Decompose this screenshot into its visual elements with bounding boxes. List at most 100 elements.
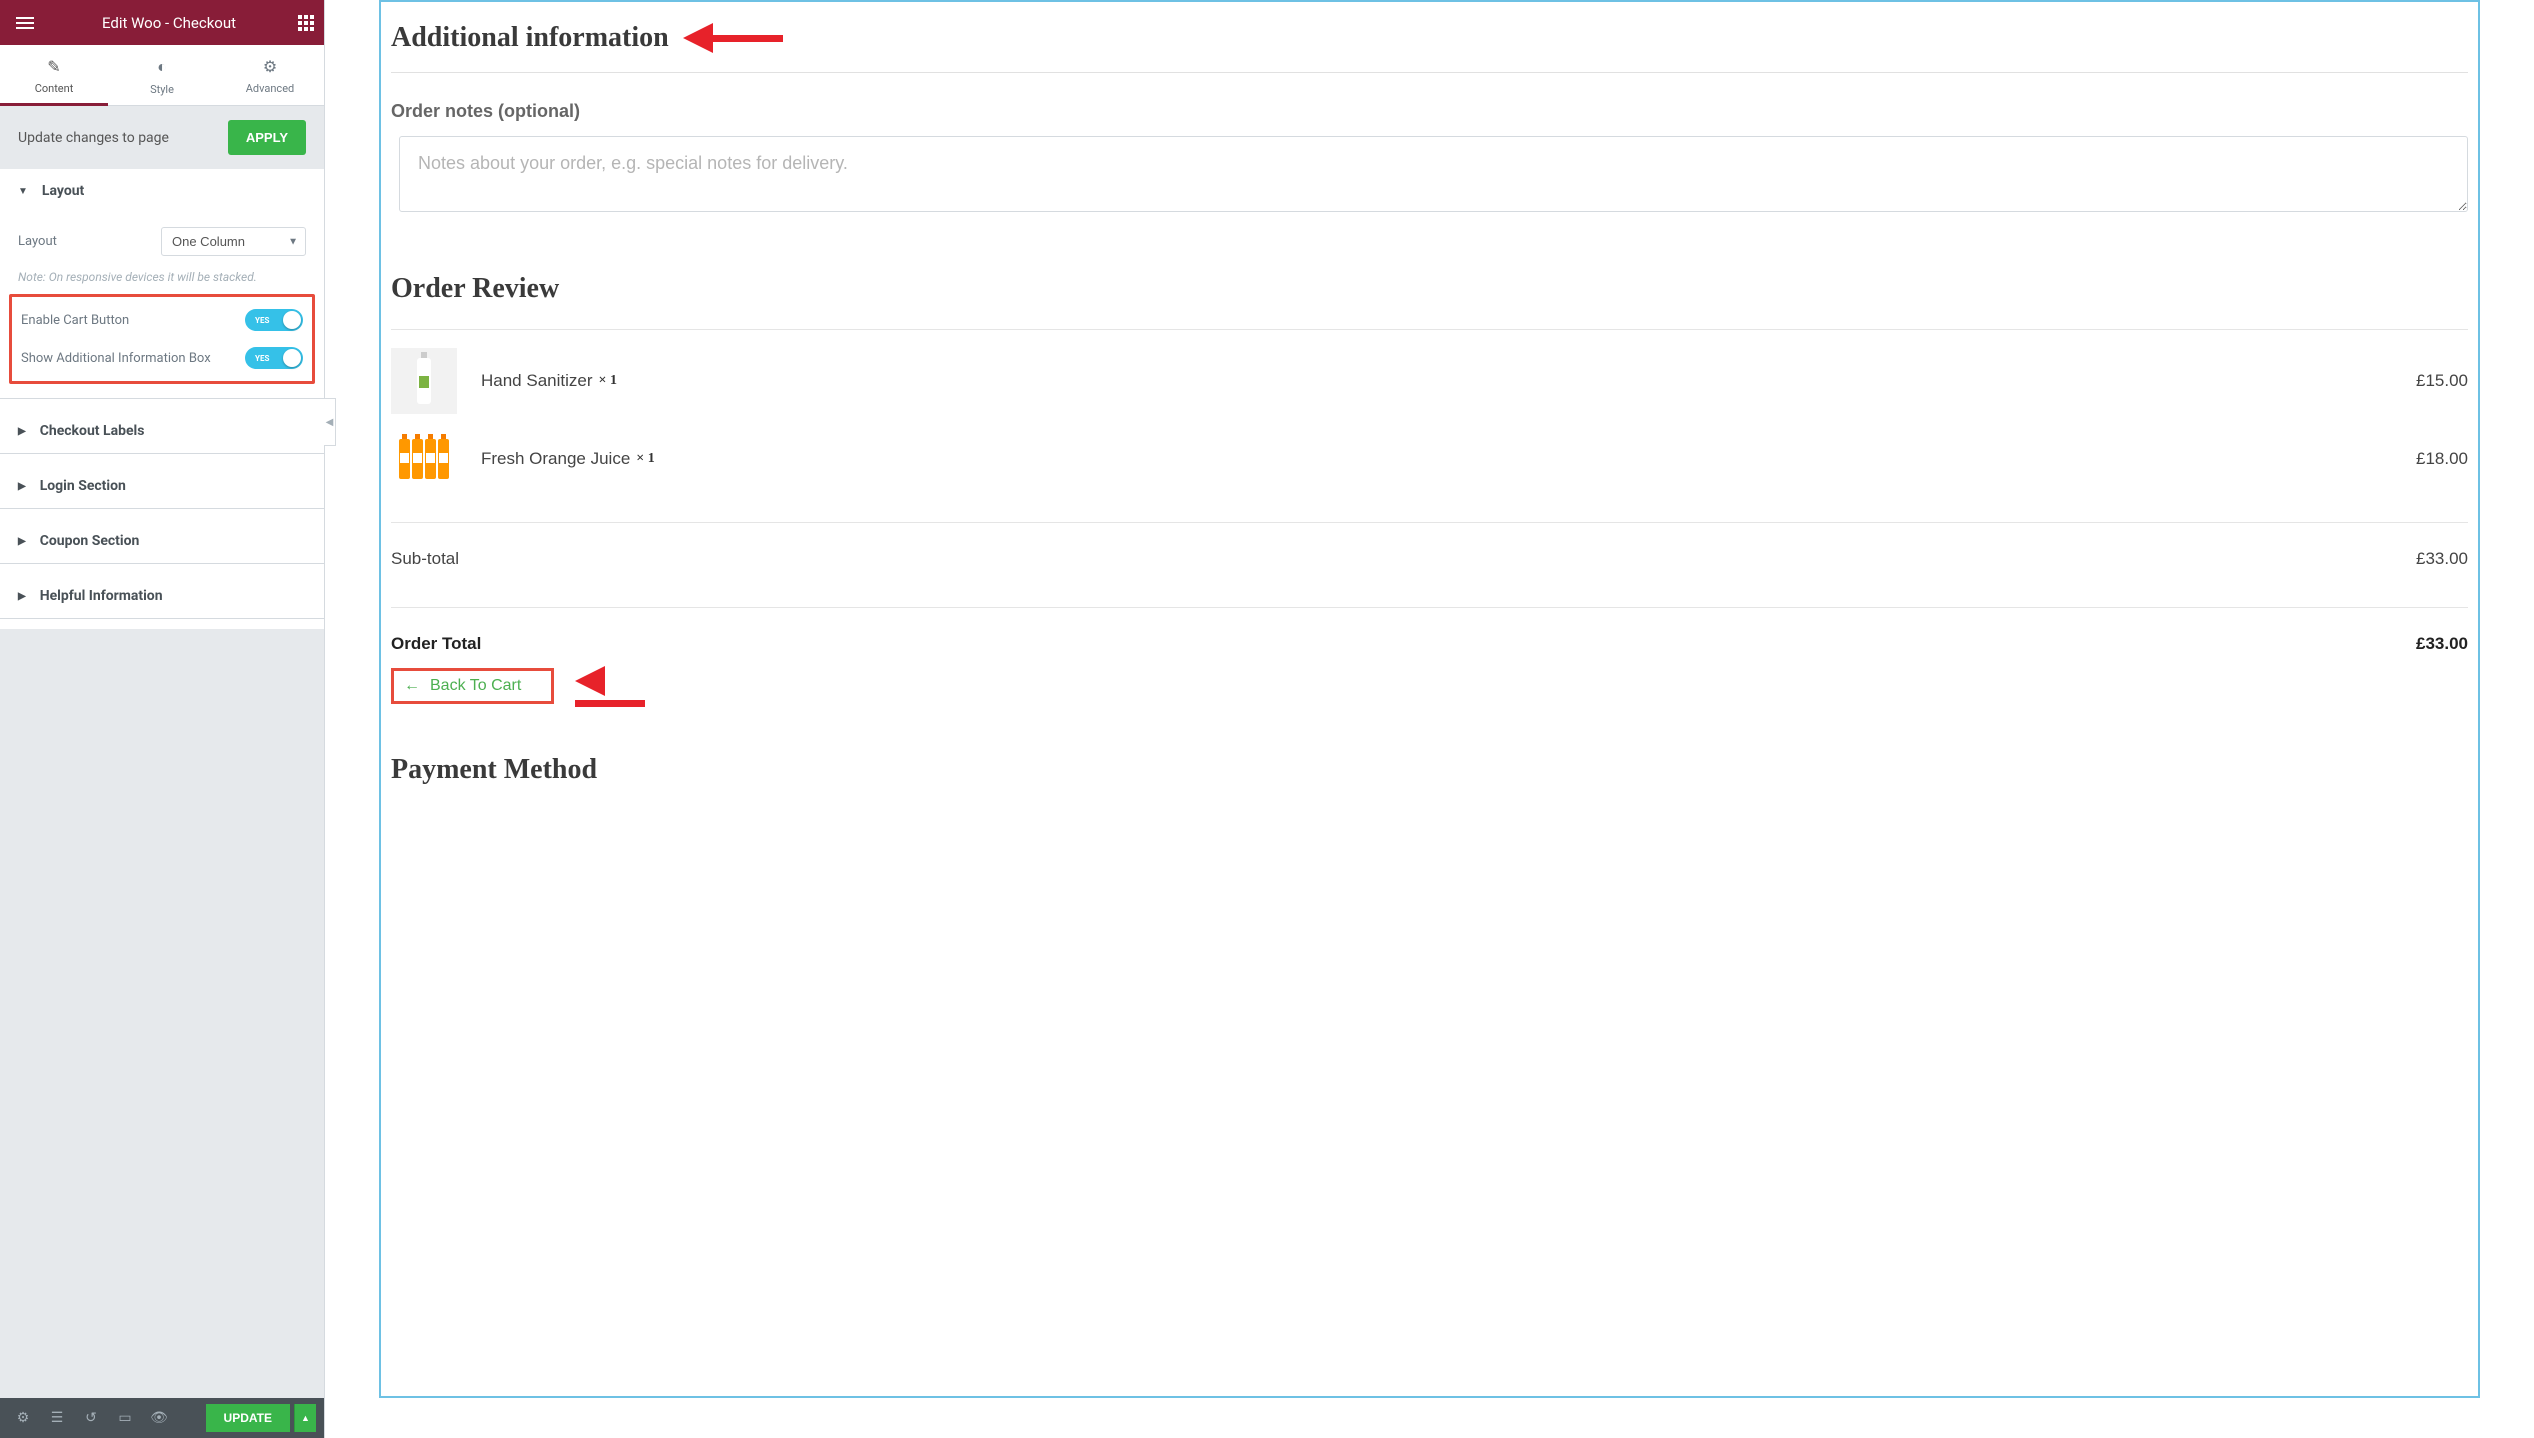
update-dropdown-button[interactable]: ▲ — [294, 1404, 316, 1432]
section-helpful: ▶ Helpful Information — [0, 574, 324, 619]
subtotal-row: Sub-total £33.00 — [391, 535, 2468, 583]
menu-icon[interactable] — [10, 8, 40, 38]
caret-right-icon: ▶ — [18, 536, 26, 547]
payment-method-heading: Payment Method — [391, 754, 2468, 786]
additional-info-heading-wrap: Additional information — [391, 22, 2468, 54]
section-coupon: ▶ Coupon Section — [0, 519, 324, 564]
tab-style[interactable]: ◐ Style — [108, 45, 216, 105]
update-button[interactable]: UPDATE — [206, 1404, 290, 1432]
tab-advanced-label: Advanced — [246, 82, 294, 95]
layout-select[interactable]: One Column — [161, 227, 306, 256]
section-coupon-title: Coupon Section — [40, 533, 140, 549]
apps-grid-icon[interactable] — [298, 15, 314, 31]
review-item-row: Fresh Orange Juice × 1 £18.00 — [391, 420, 2468, 498]
preview-icon[interactable]: 👁 — [144, 1404, 174, 1432]
product-price: £18.00 — [2416, 449, 2468, 469]
caret-right-icon: ▶ — [18, 591, 26, 602]
tab-advanced[interactable]: ⚙ Advanced — [216, 45, 324, 105]
order-total-value: £33.00 — [2416, 634, 2468, 654]
navigator-icon[interactable]: ☰ — [42, 1404, 72, 1432]
enable-cart-button-label: Enable Cart Button — [21, 313, 129, 328]
product-qty: × 1 — [599, 373, 617, 389]
toggle-yes-text: YES — [255, 316, 269, 325]
arrow-left-icon: ← — [404, 677, 420, 695]
caret-right-icon: ▶ — [18, 426, 26, 437]
tab-content[interactable]: ✎ Content — [0, 45, 108, 105]
section-layout-title: Layout — [42, 183, 84, 199]
back-to-cart-wrap: ← Back To Cart — [391, 668, 554, 704]
show-additional-info-label: Show Additional Information Box — [21, 351, 211, 366]
section-layout-header[interactable]: ▼ Layout — [0, 169, 324, 213]
section-checkout-labels: ▶ Checkout Labels — [0, 409, 324, 454]
editor-tabs: ✎ Content ◐ Style ⚙ Advanced — [0, 45, 324, 106]
pencil-icon: ✎ — [0, 57, 108, 76]
order-review-section: Order Review Hand Sanitizer × 1 £15.00 F… — [391, 273, 2468, 786]
product-name: Fresh Orange Juice — [481, 449, 630, 469]
history-icon[interactable]: ↺ — [76, 1404, 106, 1432]
section-coupon-header[interactable]: ▶ Coupon Section — [0, 519, 324, 563]
additional-information-heading: Additional information — [391, 22, 669, 54]
product-qty: × 1 — [636, 451, 654, 467]
order-total-row: Order Total £33.00 — [391, 620, 2468, 668]
toggle-knob — [283, 311, 301, 329]
show-additional-info-toggle[interactable]: YES — [245, 347, 303, 369]
section-helpful-title: Helpful Information — [40, 588, 163, 604]
subtotal-value: £33.00 — [2416, 549, 2468, 569]
section-checkout-labels-header[interactable]: ▶ Checkout Labels — [0, 409, 324, 453]
controls-accordion: ▼ Layout Layout One Column ▼ Note: On re… — [0, 169, 324, 629]
layout-select-wrap: One Column ▼ — [161, 227, 306, 256]
divider — [391, 522, 2468, 523]
enable-cart-button-toggle[interactable]: YES — [245, 309, 303, 331]
app-root: Edit Woo - Checkout ✎ Content ◐ Style ⚙ … — [0, 0, 2534, 1438]
caret-right-icon: ▶ — [18, 481, 26, 492]
product-price: £15.00 — [2416, 371, 2468, 391]
tab-content-label: Content — [35, 82, 74, 95]
toggle-yes-text-2: YES — [255, 354, 269, 363]
apply-button[interactable]: APPLY — [228, 120, 306, 155]
section-login: ▶ Login Section — [0, 464, 324, 509]
show-additional-info-row: Show Additional Information Box YES — [21, 339, 303, 377]
enable-cart-button-row: Enable Cart Button YES — [21, 301, 303, 339]
update-changes-row: Update changes to page APPLY — [0, 106, 324, 169]
sidebar-collapse-handle[interactable]: ◀ — [324, 398, 336, 446]
subtotal-label: Sub-total — [391, 549, 459, 569]
settings-icon[interactable]: ⚙ — [8, 1404, 38, 1432]
layout-note: Note: On responsive devices it will be s… — [18, 266, 306, 292]
gear-icon: ⚙ — [216, 57, 324, 76]
product-name: Hand Sanitizer — [481, 371, 593, 391]
responsive-icon[interactable]: ▭ — [110, 1404, 140, 1432]
highlight-annotation-box: Enable Cart Button YES Show Additional I… — [9, 294, 315, 384]
caret-down-icon: ▼ — [18, 186, 28, 197]
review-item-row: Hand Sanitizer × 1 £15.00 — [391, 342, 2468, 420]
section-login-title: Login Section — [40, 478, 126, 494]
toggle-knob-2 — [283, 349, 301, 367]
order-total-label: Order Total — [391, 634, 481, 654]
divider — [391, 329, 2468, 330]
annotation-arrow-1 — [683, 23, 783, 53]
back-to-cart-label: Back To Cart — [430, 677, 521, 695]
product-thumbnail — [391, 348, 457, 414]
section-helpful-header[interactable]: ▶ Helpful Information — [0, 574, 324, 618]
update-changes-text: Update changes to page — [18, 130, 169, 146]
back-to-cart-link[interactable]: ← Back To Cart — [391, 668, 554, 704]
sidebar-header: Edit Woo - Checkout — [0, 0, 324, 45]
order-review-heading: Order Review — [391, 273, 2468, 305]
order-notes-textarea[interactable] — [399, 136, 2468, 212]
sidebar-footer: ⚙ ☰ ↺ ▭ 👁 UPDATE ▲ — [0, 1398, 324, 1438]
editor-sidebar: Edit Woo - Checkout ✎ Content ◐ Style ⚙ … — [0, 0, 325, 1438]
contrast-icon: ◐ — [108, 57, 216, 77]
section-login-header[interactable]: ▶ Login Section — [0, 464, 324, 508]
editor-canvas[interactable]: Additional information Order notes (opti… — [325, 0, 2534, 1438]
product-thumbnail — [391, 426, 457, 492]
section-layout-body: Layout One Column ▼ Note: On responsive … — [0, 213, 324, 398]
checkout-widget-frame: Additional information Order notes (opti… — [379, 0, 2480, 1398]
section-layout: ▼ Layout Layout One Column ▼ Note: On re… — [0, 169, 324, 399]
tab-style-label: Style — [150, 83, 174, 96]
layout-select-label: Layout — [18, 234, 57, 249]
sidebar-title: Edit Woo - Checkout — [40, 14, 298, 32]
layout-select-row: Layout One Column ▼ — [18, 217, 306, 266]
divider — [391, 607, 2468, 608]
order-notes-label: Order notes (optional) — [391, 101, 2468, 122]
divider — [391, 72, 2468, 73]
section-checkout-labels-title: Checkout Labels — [40, 423, 145, 439]
